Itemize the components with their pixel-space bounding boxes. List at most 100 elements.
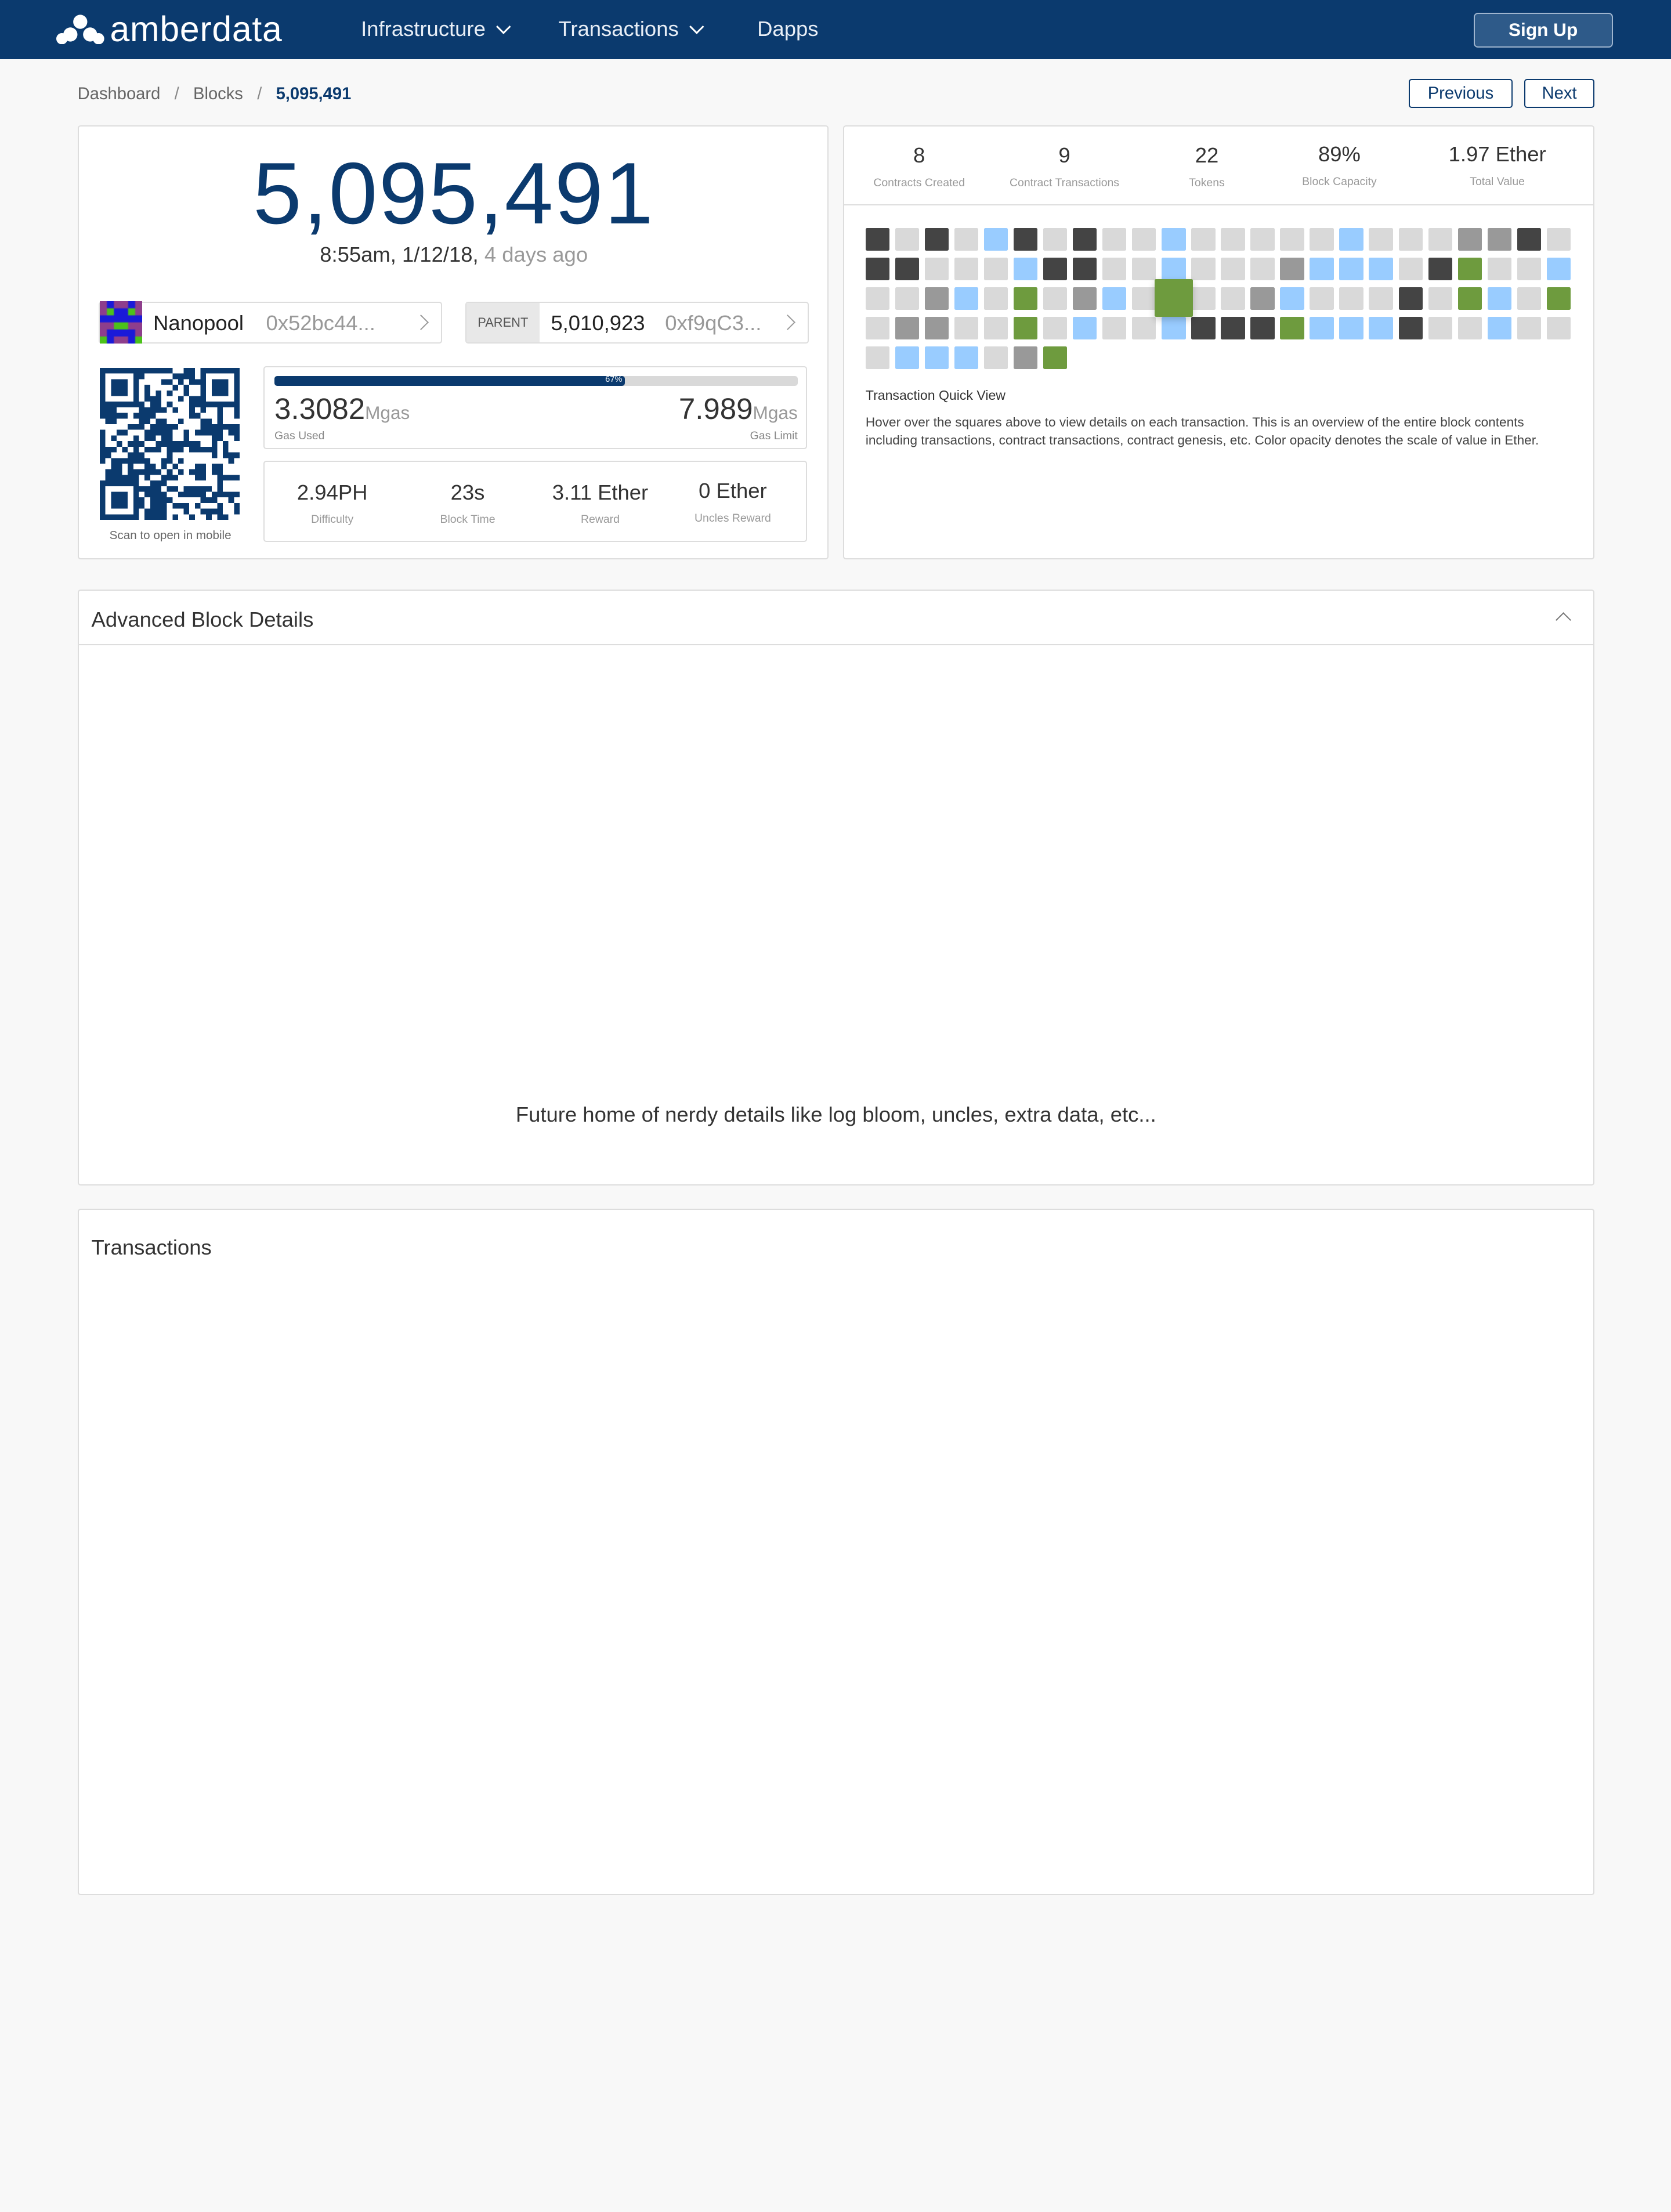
transaction-tile[interactable] <box>1487 228 1511 251</box>
transaction-tile[interactable] <box>1132 287 1156 310</box>
transaction-tile[interactable] <box>1457 258 1482 281</box>
transaction-tile[interactable] <box>924 317 949 340</box>
breadcrumb-blocks[interactable]: Blocks <box>193 85 243 103</box>
transaction-tile[interactable] <box>1280 228 1304 251</box>
transaction-tile[interactable] <box>1428 228 1452 251</box>
transaction-tile[interactable] <box>1043 258 1068 281</box>
transaction-tile[interactable] <box>954 346 979 370</box>
transaction-tile[interactable] <box>895 228 920 251</box>
transaction-tile[interactable] <box>1250 317 1275 340</box>
transaction-tile[interactable] <box>1310 258 1334 281</box>
transaction-tile[interactable] <box>895 258 920 281</box>
transaction-tile[interactable] <box>1043 346 1068 370</box>
chevron-up-icon[interactable] <box>1556 612 1572 628</box>
transaction-tile[interactable] <box>1102 258 1127 281</box>
transaction-tile[interactable] <box>1398 258 1423 281</box>
transaction-tile[interactable] <box>895 346 920 370</box>
transaction-tile[interactable] <box>983 228 1008 251</box>
transaction-tile[interactable] <box>1280 317 1304 340</box>
transaction-tile[interactable] <box>983 258 1008 281</box>
transaction-tile[interactable] <box>1398 317 1423 340</box>
transaction-tile[interactable] <box>1369 287 1393 310</box>
transaction-tile[interactable] <box>1369 317 1393 340</box>
transaction-tile[interactable] <box>865 287 890 310</box>
nav-dapps[interactable]: Dapps <box>757 17 818 41</box>
transaction-tile[interactable] <box>1398 287 1423 310</box>
miner-link[interactable]: Nanopool 0x52bc44... <box>98 301 442 344</box>
transaction-tile[interactable] <box>1428 287 1452 310</box>
transaction-tile[interactable] <box>1517 228 1541 251</box>
parent-block-link[interactable]: PARENT 5,010,923 0xf9qC3... <box>465 301 809 344</box>
transaction-tile[interactable] <box>865 317 890 340</box>
transaction-tile[interactable] <box>1043 228 1068 251</box>
transaction-tile[interactable] <box>1191 287 1216 310</box>
transaction-tile[interactable] <box>1517 317 1541 340</box>
transaction-tile[interactable] <box>1398 228 1423 251</box>
transaction-tile[interactable] <box>1310 228 1334 251</box>
transaction-tile[interactable] <box>1014 287 1038 310</box>
transaction-tile[interactable] <box>1339 258 1363 281</box>
transaction-tile[interactable] <box>1339 228 1363 251</box>
transaction-tile[interactable] <box>983 346 1008 370</box>
transaction-tile[interactable] <box>1073 258 1097 281</box>
transaction-tile[interactable] <box>983 287 1008 310</box>
transaction-tile[interactable] <box>1487 317 1511 340</box>
transaction-tile[interactable] <box>1250 258 1275 281</box>
transaction-tile[interactable] <box>1221 258 1245 281</box>
transaction-tile[interactable] <box>924 228 949 251</box>
transaction-tile[interactable] <box>924 287 949 310</box>
transaction-tile[interactable] <box>865 228 890 251</box>
transaction-tile[interactable] <box>1310 317 1334 340</box>
transaction-tile[interactable] <box>1014 228 1038 251</box>
transaction-tile[interactable] <box>1546 317 1571 340</box>
transaction-tile[interactable] <box>1221 287 1245 310</box>
transaction-tile[interactable] <box>1155 279 1193 317</box>
transaction-tile[interactable] <box>1102 228 1127 251</box>
transaction-tile[interactable] <box>1102 287 1127 310</box>
transaction-tile[interactable] <box>895 317 920 340</box>
transaction-tile[interactable] <box>1014 258 1038 281</box>
transaction-tile[interactable] <box>1457 228 1482 251</box>
sign-up-button[interactable]: Sign Up <box>1473 12 1613 48</box>
transaction-tile[interactable] <box>1191 228 1216 251</box>
transaction-tile[interactable] <box>865 346 890 370</box>
transaction-tile[interactable] <box>1369 258 1393 281</box>
transaction-tile[interactable] <box>1162 228 1186 251</box>
breadcrumb-dashboard[interactable]: Dashboard <box>78 85 161 103</box>
transaction-tile[interactable] <box>1191 258 1216 281</box>
nav-infrastructure[interactable]: Infrastructure <box>361 17 511 41</box>
transaction-tile[interactable] <box>954 228 979 251</box>
transaction-tile[interactable] <box>1073 228 1097 251</box>
transaction-tile[interactable] <box>1162 258 1186 281</box>
transaction-tile[interactable] <box>1339 287 1363 310</box>
transaction-tile[interactable] <box>1014 317 1038 340</box>
transaction-tile[interactable] <box>1162 317 1186 340</box>
transaction-tile[interactable] <box>1517 287 1541 310</box>
transaction-tile[interactable] <box>1280 287 1304 310</box>
transaction-tile[interactable] <box>1457 317 1482 340</box>
transaction-tile[interactable] <box>1487 258 1511 281</box>
next-button[interactable]: Next <box>1524 79 1594 109</box>
nav-transactions[interactable]: Transactions <box>558 17 704 41</box>
transaction-tile[interactable] <box>1014 346 1038 370</box>
transaction-tile[interactable] <box>1546 258 1571 281</box>
transaction-tile[interactable] <box>1428 258 1452 281</box>
transaction-tile[interactable] <box>1043 287 1068 310</box>
transaction-tile[interactable] <box>1310 287 1334 310</box>
transaction-tile[interactable] <box>1043 317 1068 340</box>
transaction-tile[interactable] <box>1546 228 1571 251</box>
transaction-tile[interactable] <box>1280 258 1304 281</box>
transaction-tile[interactable] <box>1102 317 1127 340</box>
transaction-tile[interactable] <box>1546 287 1571 310</box>
transaction-tile[interactable] <box>1132 228 1156 251</box>
transaction-tile[interactable] <box>954 317 979 340</box>
transaction-tile[interactable] <box>895 287 920 310</box>
transaction-tile[interactable] <box>954 258 979 281</box>
transaction-tile[interactable] <box>1191 317 1216 340</box>
transaction-tile[interactable] <box>1369 228 1393 251</box>
transaction-tile[interactable] <box>1487 287 1511 310</box>
transaction-tile[interactable] <box>924 258 949 281</box>
brand-logo[interactable]: amberdata <box>56 9 282 49</box>
transaction-tile[interactable] <box>1428 317 1452 340</box>
previous-button[interactable]: Previous <box>1408 79 1513 109</box>
